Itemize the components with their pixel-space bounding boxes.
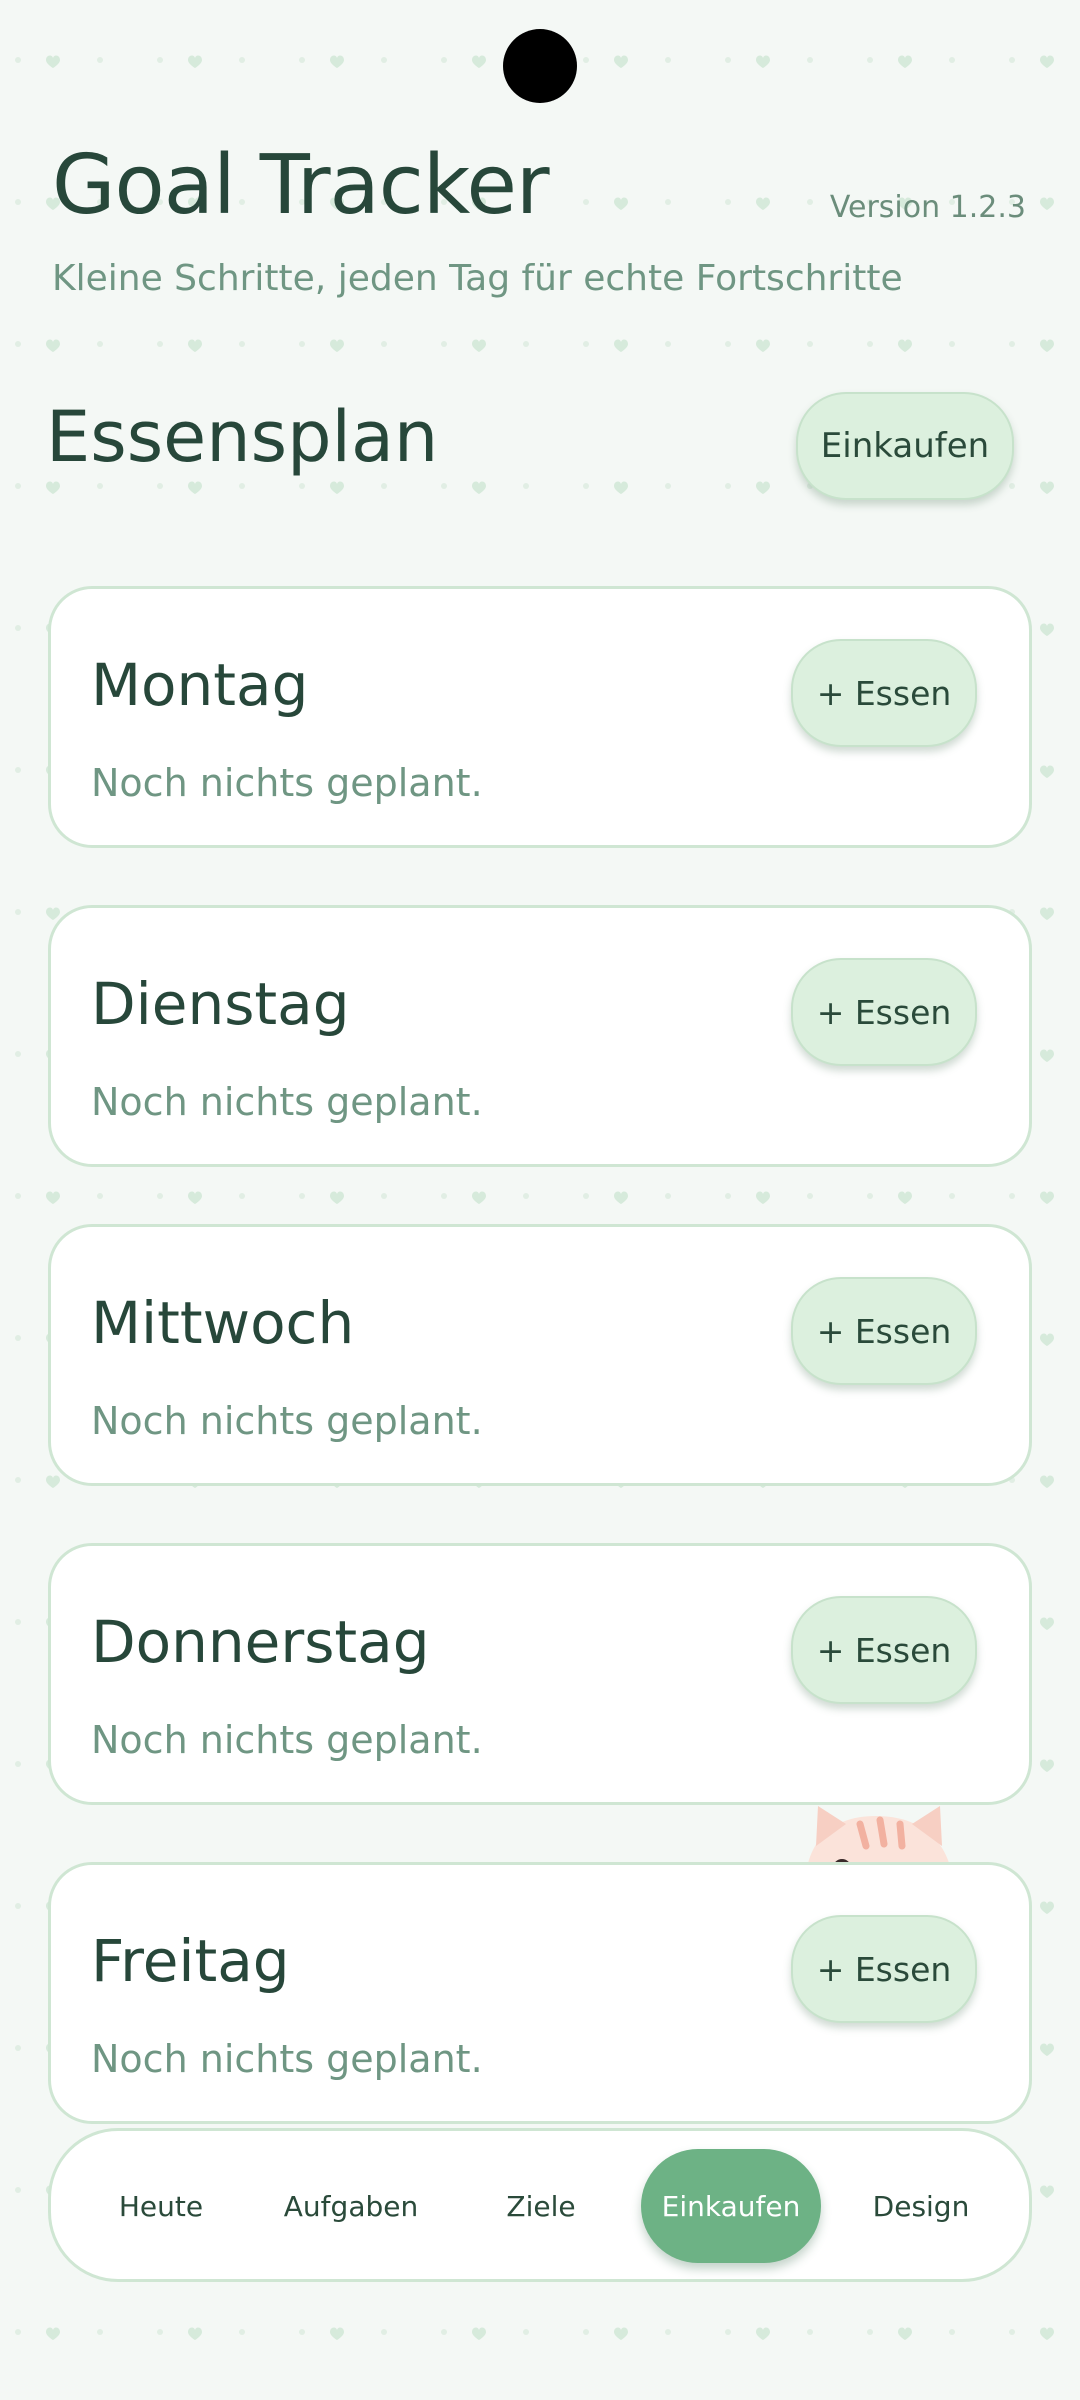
app-title: Goal Tracker [52,138,550,233]
day-title: Mittwoch [91,1289,355,1357]
day-card-wednesday: Mittwoch Noch nichts geplant. + Essen [48,1224,1032,1486]
add-meal-button[interactable]: + Essen [791,1915,977,2023]
shopping-button[interactable]: Einkaufen [796,392,1014,500]
nav-item-goals[interactable]: Ziele [461,2149,621,2263]
day-title: Montag [91,651,309,719]
empty-state-text: Noch nichts geplant. [91,1080,483,1124]
day-card-thursday: Donnerstag Noch nichts geplant. + Essen [48,1543,1032,1805]
day-card-friday: Freitag Noch nichts geplant. + Essen [48,1862,1032,2124]
add-meal-button[interactable]: + Essen [791,639,977,747]
day-title: Donnerstag [91,1608,430,1676]
camera-cutout [503,29,577,103]
app-subtitle: Kleine Schritte, jeden Tag für echte For… [52,258,903,299]
empty-state-text: Noch nichts geplant. [91,761,483,805]
version-label: Version 1.2.3 [829,190,1026,225]
empty-state-text: Noch nichts geplant. [91,1718,483,1762]
day-title: Freitag [91,1927,290,1995]
day-card-monday: Montag Noch nichts geplant. + Essen [48,586,1032,848]
nav-item-today[interactable]: Heute [81,2149,241,2263]
add-meal-button[interactable]: + Essen [791,958,977,1066]
nav-item-design[interactable]: Design [841,2149,1001,2263]
day-card-tuesday: Dienstag Noch nichts geplant. + Essen [48,905,1032,1167]
bottom-navigation: Heute Aufgaben Ziele Einkaufen Design [48,2128,1032,2282]
nav-item-tasks[interactable]: Aufgaben [261,2149,441,2263]
nav-item-shopping[interactable]: Einkaufen [641,2149,821,2263]
add-meal-button[interactable]: + Essen [791,1277,977,1385]
empty-state-text: Noch nichts geplant. [91,2037,483,2081]
section-title: Essensplan [46,396,439,478]
day-title: Dienstag [91,970,350,1038]
empty-state-text: Noch nichts geplant. [91,1399,483,1443]
add-meal-button[interactable]: + Essen [791,1596,977,1704]
